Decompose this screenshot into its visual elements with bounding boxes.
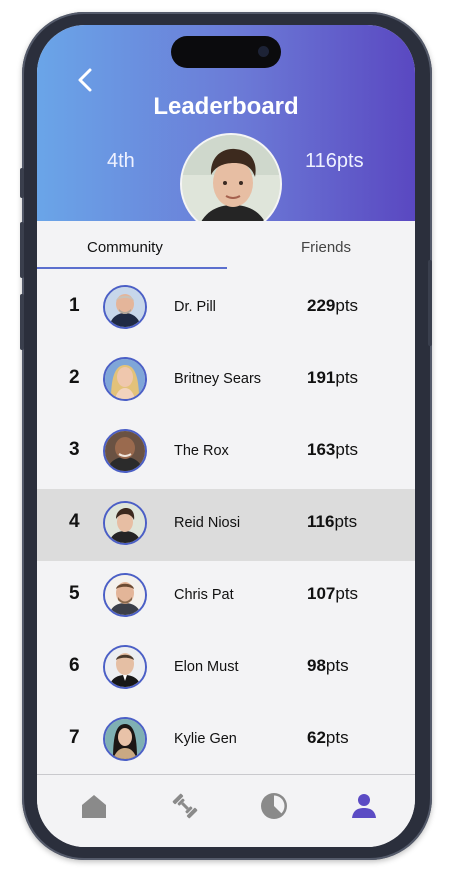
- row-avatar: [103, 645, 147, 689]
- dynamic-island: [171, 36, 281, 68]
- row-unit: pts: [334, 512, 358, 531]
- active-tab-indicator: [37, 267, 227, 269]
- volume-down-button: [20, 294, 24, 350]
- dumbbell-icon: [172, 793, 198, 819]
- row-points: 191pts: [307, 368, 358, 388]
- row-unit: pts: [335, 440, 359, 459]
- row-rank: 4: [69, 511, 80, 532]
- user-points: 116pts: [305, 150, 364, 172]
- row-name: Kylie Gen: [174, 731, 237, 747]
- avatar-photo: [105, 575, 145, 615]
- row-avatar: [103, 717, 147, 761]
- power-button: [428, 260, 432, 346]
- row-unit: pts: [335, 584, 359, 603]
- leaderboard-header: Leaderboard 4th 116pts: [37, 25, 415, 235]
- back-button[interactable]: [73, 67, 99, 93]
- row-unit: pts: [325, 728, 349, 747]
- row-name: Dr. Pill: [174, 299, 216, 315]
- row-avatar: [103, 429, 147, 473]
- page-title: Leaderboard: [153, 93, 299, 120]
- row-name: Britney Sears: [174, 371, 262, 387]
- leaderboard-row[interactable]: 2 Britney Sears 191pts: [37, 345, 415, 417]
- avatar-photo: [105, 503, 145, 543]
- row-rank: 5: [69, 583, 80, 604]
- user-rank: 4th: [107, 150, 135, 172]
- row-rank: 7: [69, 727, 80, 748]
- silent-switch: [20, 168, 24, 198]
- nav-stats[interactable]: [259, 791, 289, 821]
- row-points: 62pts: [307, 728, 349, 748]
- row-score: 62: [307, 728, 326, 747]
- row-avatar: [103, 357, 147, 401]
- nav-workouts[interactable]: [170, 791, 200, 821]
- nav-home[interactable]: [79, 791, 109, 821]
- tab-community[interactable]: Community: [87, 239, 163, 256]
- leaderboard-list: 1 Dr. Pill 229pts 2 Britney Sears 191pts…: [37, 273, 415, 777]
- avatar-photo: [105, 431, 145, 471]
- row-avatar: [103, 573, 147, 617]
- avatar-photo: [105, 287, 145, 327]
- row-score: 163: [307, 440, 336, 459]
- row-points: 107pts: [307, 584, 358, 604]
- row-rank: 2: [69, 367, 80, 388]
- row-avatar: [103, 501, 147, 545]
- row-score: 191: [307, 368, 336, 387]
- row-name: Reid Niosi: [174, 515, 241, 531]
- row-name: Elon Must: [174, 659, 239, 675]
- row-name: The Rox: [174, 443, 229, 459]
- chevron-left-icon: [78, 68, 92, 92]
- user-photo: [182, 135, 280, 233]
- row-unit: pts: [325, 656, 349, 675]
- pie-chart-icon: [261, 793, 287, 819]
- bottom-navigation: [37, 775, 415, 847]
- nav-profile[interactable]: [349, 791, 379, 821]
- row-rank: 3: [69, 439, 80, 460]
- leaderboard-row[interactable]: 3 The Rox 163pts: [37, 417, 415, 489]
- leaderboard-tabs: Community Friends: [37, 221, 415, 269]
- row-score: 107: [307, 584, 336, 603]
- avatar-photo: [105, 719, 145, 759]
- user-avatar[interactable]: [180, 133, 282, 235]
- avatar-photo: [105, 359, 145, 399]
- row-score: 229: [307, 296, 336, 315]
- row-score: 116: [307, 512, 335, 531]
- row-score: 98: [307, 656, 326, 675]
- row-avatar: [103, 285, 147, 329]
- row-rank: 6: [69, 655, 80, 676]
- row-points: 163pts: [307, 440, 358, 460]
- tab-friends[interactable]: Friends: [301, 239, 351, 256]
- leaderboard-row[interactable]: 7 Kylie Gen 62pts: [37, 705, 415, 777]
- leaderboard-row-current-user[interactable]: 4 Reid Niosi 116pts: [37, 489, 415, 561]
- row-points: 229pts: [307, 296, 358, 316]
- row-unit: pts: [335, 368, 359, 387]
- home-icon: [82, 795, 106, 818]
- row-name: Chris Pat: [174, 587, 234, 603]
- volume-up-button: [20, 222, 24, 278]
- row-points: 116pts: [307, 512, 357, 532]
- row-unit: pts: [335, 296, 359, 315]
- leaderboard-row[interactable]: 6 Elon Must 98pts: [37, 633, 415, 705]
- row-points: 98pts: [307, 656, 349, 676]
- avatar-photo: [105, 647, 145, 687]
- row-rank: 1: [69, 295, 80, 316]
- profile-icon: [352, 794, 376, 818]
- app-screen: Leaderboard 4th 116pts Community Friends…: [37, 25, 415, 847]
- camera-icon: [258, 46, 269, 57]
- leaderboard-row[interactable]: 1 Dr. Pill 229pts: [37, 273, 415, 345]
- leaderboard-row[interactable]: 5 Chris Pat 107pts: [37, 561, 415, 633]
